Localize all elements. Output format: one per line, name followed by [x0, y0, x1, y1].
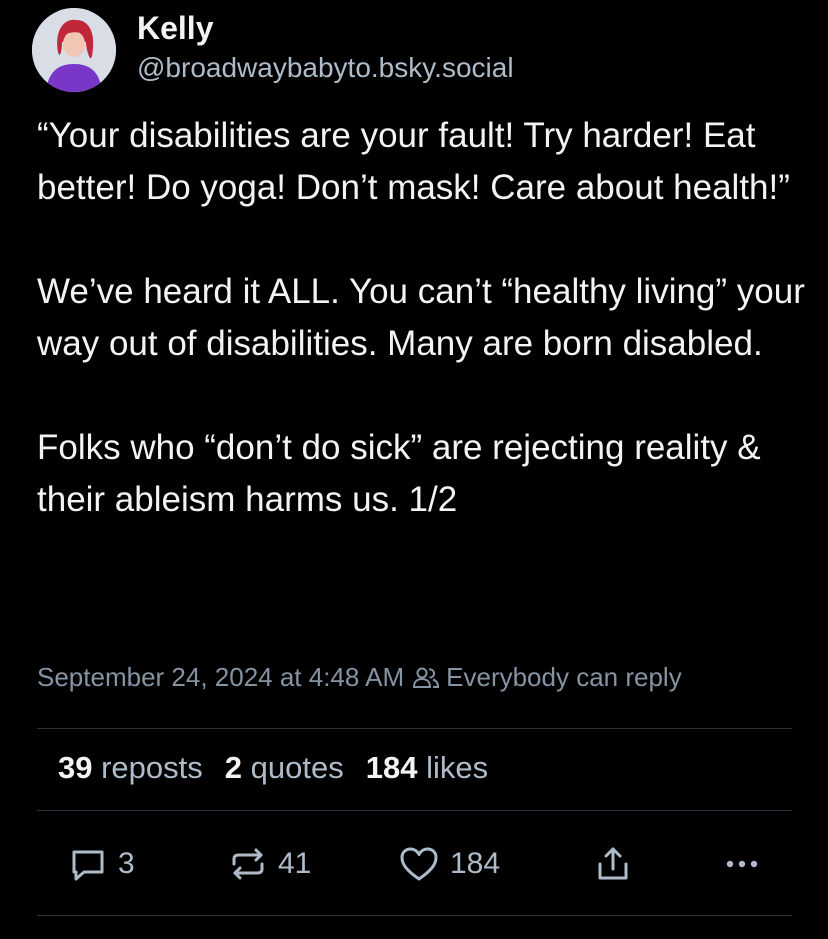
author-handle[interactable]: @broadwaybabyto.bsky.social: [137, 50, 514, 86]
likes-count: 184: [365, 750, 418, 785]
like-button[interactable]: 184: [398, 840, 500, 888]
share-icon: [593, 844, 633, 884]
avatar-image: [32, 8, 116, 92]
divider: [37, 915, 792, 916]
engagement-stats: 39 reposts 2 quotes 184 likes: [58, 750, 510, 786]
reposts-stat[interactable]: 39 reposts: [58, 750, 203, 786]
divider: [37, 810, 792, 811]
reposts-label: reposts: [101, 750, 203, 785]
post-paragraph: Folks who “don’t do sick” are rejecting …: [37, 428, 761, 519]
share-button[interactable]: [593, 840, 633, 888]
post-meta: September 24, 2024 at 4:48 AM Everybody …: [37, 662, 682, 693]
author-display-name[interactable]: Kelly: [137, 8, 514, 50]
repost-count: 41: [278, 847, 312, 880]
people-icon: [412, 666, 440, 690]
post-actions: 3 41 184: [0, 840, 828, 888]
repost-arrows-icon: [228, 844, 268, 884]
reposts-count: 39: [58, 750, 93, 785]
author-info[interactable]: Kelly @broadwaybabyto.bsky.social: [137, 8, 514, 86]
quotes-label: quotes: [250, 750, 344, 785]
like-count: 184: [450, 847, 501, 880]
heart-icon: [398, 844, 440, 884]
post-paragraph: “Your disabilities are your fault! Try h…: [37, 116, 790, 207]
reply-count: 3: [118, 847, 135, 880]
repost-button[interactable]: 41: [228, 840, 311, 888]
quotes-stat[interactable]: 2 quotes: [225, 750, 344, 786]
more-options-button[interactable]: [722, 840, 762, 888]
reply-button[interactable]: 3: [68, 840, 135, 888]
avatar[interactable]: [32, 8, 116, 92]
likes-label: likes: [426, 750, 489, 785]
speech-bubble-icon: [68, 844, 108, 884]
divider: [37, 728, 792, 729]
likes-stat[interactable]: 184 likes: [366, 750, 488, 786]
post-paragraph: We’ve heard it ALL. You can’t “healthy l…: [37, 272, 805, 363]
post-thread-item: Kelly @broadwaybabyto.bsky.social “Your …: [0, 0, 828, 939]
quotes-count: 2: [224, 750, 243, 785]
reply-setting-label[interactable]: Everybody can reply: [446, 662, 682, 693]
ellipsis-icon: [722, 844, 762, 884]
post-timestamp: September 24, 2024 at 4:48 AM: [37, 662, 405, 692]
post-text: “Your disabilities are your fault! Try h…: [37, 110, 807, 526]
